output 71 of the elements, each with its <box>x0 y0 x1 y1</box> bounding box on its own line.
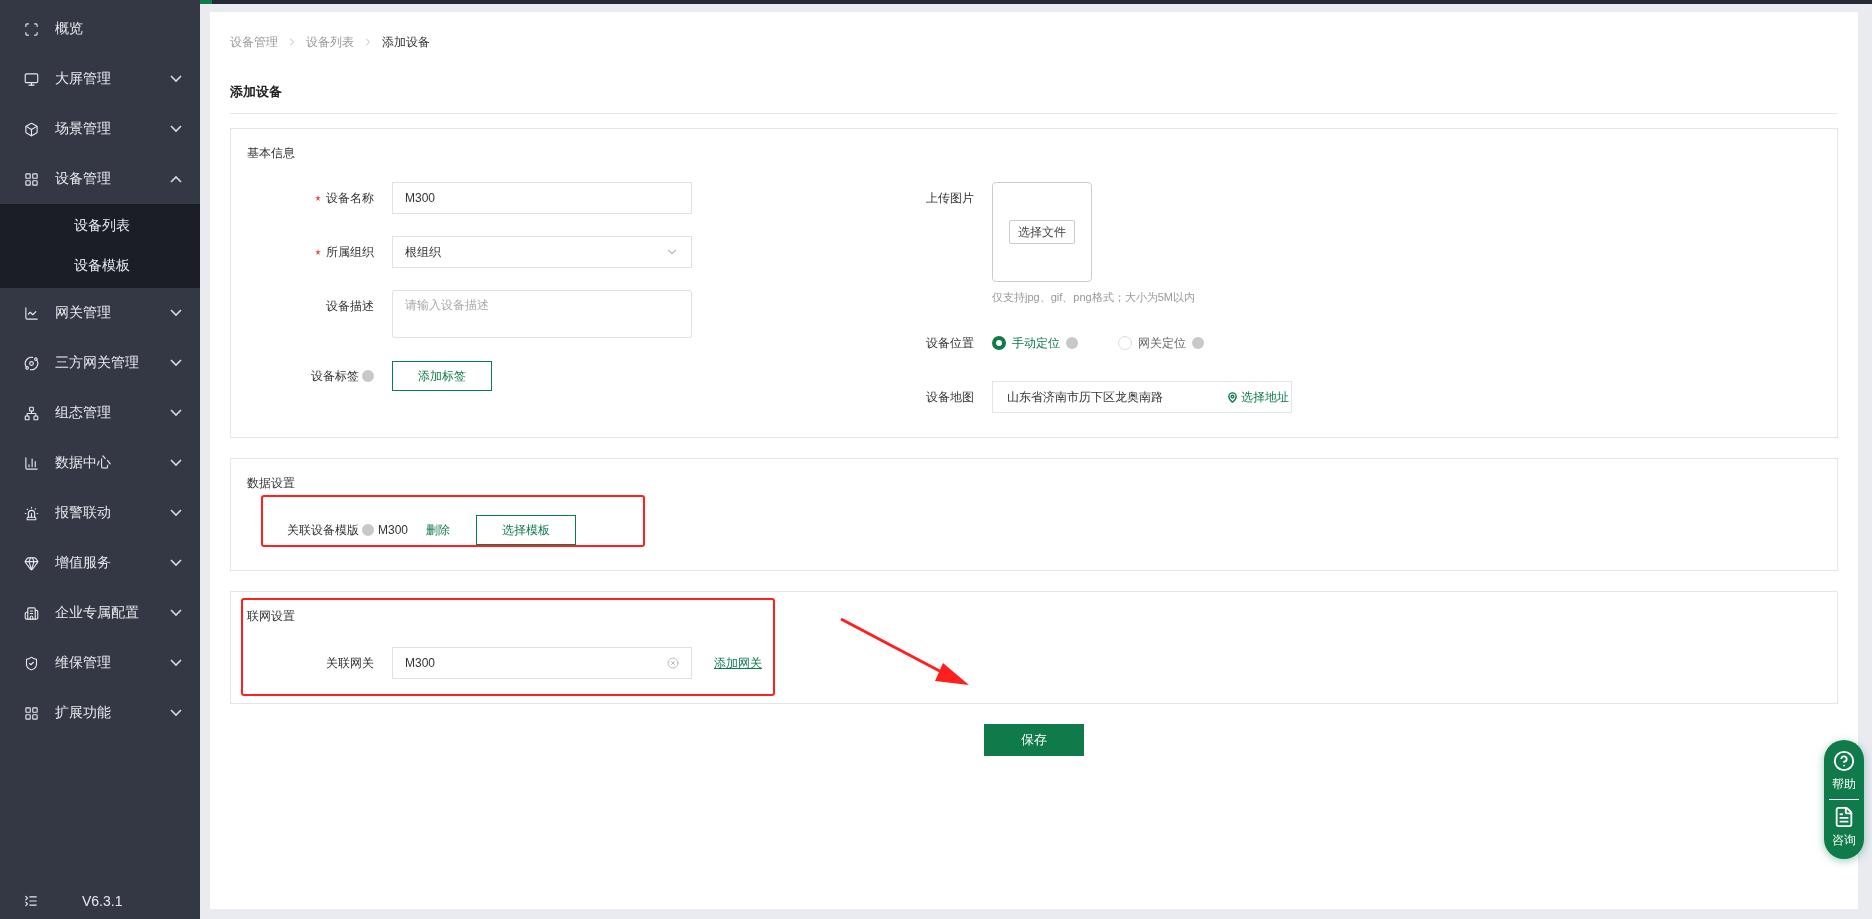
radio-label: 手动定位 <box>1012 334 1060 352</box>
grid-icon <box>24 705 39 721</box>
menu-item[interactable]: 概览 <box>0 4 200 54</box>
help-icon[interactable] <box>362 370 374 382</box>
radio-button[interactable] <box>992 336 1006 350</box>
menu-item[interactable]: 大屏管理 <box>0 54 200 104</box>
input-field[interactable]: M300 <box>392 182 692 214</box>
submenu-item[interactable]: 设备模板 <box>0 246 200 286</box>
radio-label: 网关定位 <box>1138 334 1186 352</box>
section-title: 数据设置 <box>247 475 296 492</box>
document-icon <box>1833 806 1855 828</box>
building-icon <box>24 605 39 621</box>
add-gateway-link[interactable]: 添加网关 <box>714 654 762 672</box>
field-label: 设备位置 <box>926 335 974 352</box>
nodes-icon <box>24 355 39 371</box>
delete-link[interactable]: 删除 <box>426 521 451 539</box>
cube-icon <box>24 121 39 137</box>
help-icon[interactable] <box>1192 337 1204 349</box>
menu-item[interactable]: 网关管理 <box>0 288 200 338</box>
field-label: 所属组织 <box>326 244 374 261</box>
submenu-item[interactable]: 设备列表 <box>0 206 200 246</box>
field-label: 上传图片 <box>926 190 974 207</box>
menu-item[interactable]: 组态管理 <box>0 388 200 438</box>
breadcrumb-link[interactable]: 添加设备 <box>382 33 430 51</box>
select-field[interactable]: 根组织 <box>392 236 692 268</box>
field-label: 关联网关 <box>326 655 374 672</box>
section-title: 联网设置 <box>247 608 296 625</box>
siren-icon <box>24 505 39 521</box>
menu-item[interactable]: 场景管理 <box>0 104 200 154</box>
menu-item[interactable]: 报警联动 <box>0 488 200 538</box>
add-tag-button[interactable]: 添加标签 <box>392 361 492 391</box>
scan-icon <box>24 21 39 37</box>
upload-area[interactable]: 选择文件 <box>992 182 1092 282</box>
upload-hint: 仅支持jpg、gif、png格式；大小为5M以内 <box>992 290 1195 305</box>
menu-item[interactable]: 增值服务 <box>0 538 200 588</box>
template-value: M300 <box>378 523 409 537</box>
choose-file-button[interactable]: 选择文件 <box>1009 220 1075 244</box>
clear-icon[interactable] <box>667 657 679 669</box>
select-template-button[interactable]: 选择模板 <box>476 515 577 545</box>
help-icon <box>1833 750 1855 772</box>
shield-icon <box>24 655 39 671</box>
field-label: 设备标签 <box>311 368 359 385</box>
select-address-link[interactable]: 选择地址 <box>1227 388 1289 406</box>
bar-chart-icon <box>24 455 39 471</box>
menu-item[interactable]: 维保管理 <box>0 638 200 688</box>
field-label: 设备描述 <box>326 298 374 315</box>
grid-icon <box>24 171 39 187</box>
collapse-menu-icon[interactable] <box>24 894 38 908</box>
help-icon[interactable] <box>362 524 374 536</box>
map-pin-icon <box>1227 391 1238 403</box>
menu-item[interactable]: 企业专属配置 <box>0 588 200 638</box>
field-label: 设备名称 <box>326 190 374 207</box>
field-label: 关联设备模版 <box>287 522 359 539</box>
version-text: V6.3.1 <box>82 893 123 909</box>
address-field[interactable]: 山东省济南市历下区龙奥南路 选择地址 <box>992 381 1292 413</box>
page-title: 添加设备 <box>230 83 1838 114</box>
network-icon <box>24 405 39 421</box>
help-icon[interactable] <box>1066 337 1078 349</box>
line-chart-icon <box>24 305 39 321</box>
section-title: 基本信息 <box>247 145 296 162</box>
widget-button[interactable]: 咨询 <box>1832 804 1856 851</box>
gateway-field[interactable]: M300 <box>392 647 692 679</box>
menu-item[interactable]: 三方网关管理 <box>0 338 200 388</box>
menu-item[interactable]: 数据中心 <box>0 438 200 488</box>
gem-icon <box>24 555 39 571</box>
save-button[interactable]: 保存 <box>984 724 1084 756</box>
menu-item[interactable]: 设备管理 <box>0 154 200 204</box>
field-label: 设备地图 <box>926 389 974 406</box>
monitor-icon <box>24 71 39 87</box>
menu-item[interactable]: 扩展功能 <box>0 688 200 738</box>
widget-button[interactable]: 帮助 <box>1832 748 1856 795</box>
